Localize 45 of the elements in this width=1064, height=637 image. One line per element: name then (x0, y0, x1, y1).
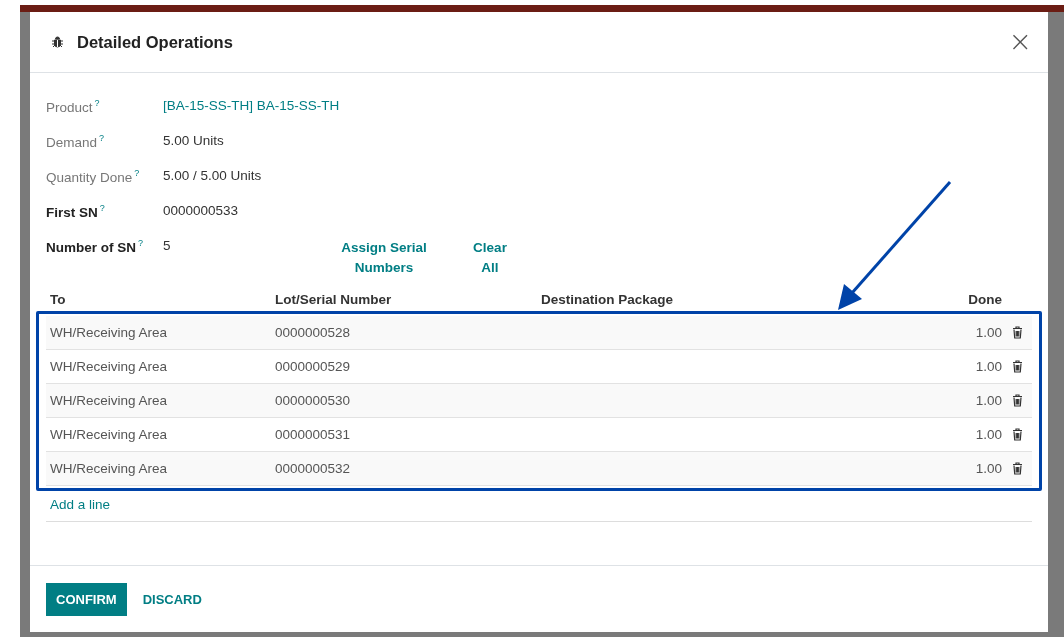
field-label: Product$^{?}$ (46, 98, 101, 115)
field-label: Quantity Done$^{?}$ (46, 168, 141, 185)
field-value: 0000000533 (163, 203, 239, 218)
table-cell-text: WH/Receiving Area (49, 427, 169, 442)
table-row[interactable]: WH/Receiving Area 0000000530 1.00 (46, 384, 1032, 418)
table-cell-text: WH/Receiving Area (49, 325, 169, 340)
column-header: Done (967, 291, 1002, 307)
close-button[interactable]: × (1008, 30, 1032, 54)
discard-button[interactable]: DISCARD (132, 582, 212, 616)
field-value: 5.00 Units (163, 133, 224, 148)
field-value: 5 (163, 238, 171, 253)
table-cell-text: 0000000530 (274, 393, 352, 408)
table-cell-text: 1.00 (974, 393, 1002, 408)
table-cell-text: 1.00 (974, 325, 1002, 340)
table-cell-text: 0000000531 (274, 427, 352, 442)
table-cell-text: WH/Receiving Area (49, 359, 169, 374)
table-cell-text: 0000000529 (274, 359, 352, 374)
dialog-title: Detailed Operations (77, 32, 234, 52)
table-cell-text: 1.00 (974, 427, 1002, 442)
table-row[interactable]: WH/Receiving Area 0000000532 1.00 (46, 452, 1032, 486)
column-header: To (49, 291, 67, 307)
table-cell-text: 1.00 (974, 359, 1002, 374)
table-cell-text: 0000000532 (274, 461, 352, 476)
trash-icon[interactable] (1011, 326, 1023, 339)
table-cell-text: 0000000528 (274, 325, 352, 340)
product-link[interactable]: [BA-15-SS-TH] BA-15-SS-TH (163, 98, 340, 113)
add-line-link[interactable]: Add a line (50, 497, 111, 512)
bug-icon (52, 36, 63, 48)
table-cell-text: WH/Receiving Area (49, 461, 169, 476)
field-label: First SN$^{?}$ (46, 203, 106, 220)
table-row[interactable]: WH/Receiving Area 0000000528 1.00 (46, 316, 1032, 350)
confirm-button[interactable]: CONFIRM (46, 582, 127, 616)
trash-icon[interactable] (1011, 394, 1023, 407)
field-value: 5.00 / 5.00 Units (163, 168, 262, 183)
trash-icon[interactable] (1011, 462, 1023, 475)
field-label: Number of SN$^{?}$ (46, 238, 145, 255)
field-label: Demand$^{?}$ (46, 133, 106, 150)
assign-serial-numbers-button[interactable]: Assign Serial Numbers (339, 238, 429, 278)
clear-all-button[interactable]: Clear All (469, 238, 511, 278)
column-header: Lot/Serial Number (274, 291, 393, 307)
column-header: Destination Package (540, 291, 675, 307)
table-cell-text: 1.00 (974, 461, 1002, 476)
table-cell-text: WH/Receiving Area (49, 393, 169, 408)
trash-icon[interactable] (1011, 428, 1023, 441)
trash-icon[interactable] (1011, 360, 1023, 373)
